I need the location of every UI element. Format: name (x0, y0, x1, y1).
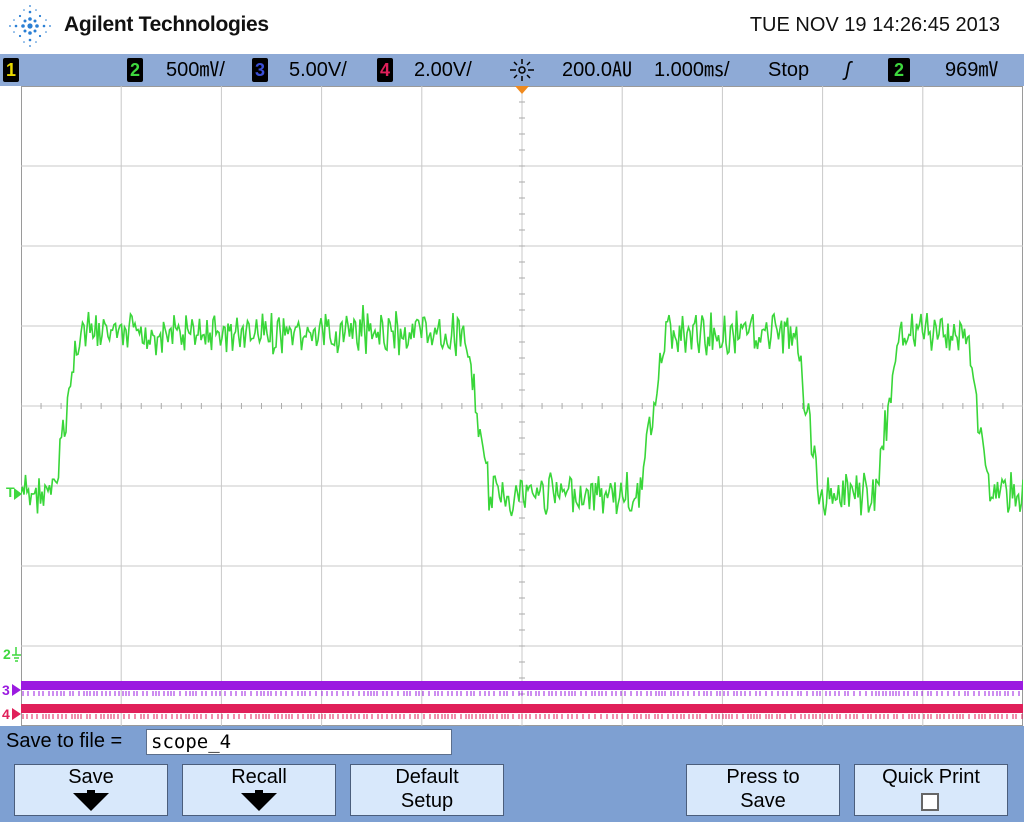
channel-4-arrow-icon (12, 708, 21, 720)
title-bar: Agilent Technologies TUE NOV 19 14:26:45… (0, 0, 1024, 54)
channel-4-indicator[interactable]: 4 (377, 58, 393, 82)
brand-name: Agilent Technologies (64, 13, 269, 36)
channel-4-digital-trace (21, 704, 1023, 719)
horizontal-delay: 200.0㍳ (562, 59, 633, 81)
channel-4-ground-marker: 4 (2, 706, 10, 722)
timebase-scale: 1.000㎳/ (654, 59, 730, 81)
channel-2-scale: 500㎷/ (166, 59, 225, 81)
quick-print-label: Quick Print (882, 766, 980, 788)
channel-2-indicator[interactable]: 2 (127, 58, 143, 82)
recall-softkey-label: Recall (231, 766, 287, 788)
default-setup-softkey[interactable]: Default Setup (350, 764, 504, 816)
save-to-file-field[interactable]: scope_4 (146, 729, 452, 755)
channel-3-indicator[interactable]: 3 (252, 58, 268, 82)
digital-band (21, 681, 1023, 690)
press-to-save-line1: Press to (726, 766, 800, 788)
channel-4-scale: 2.00V/ (414, 59, 472, 81)
trigger-arrow-icon (14, 488, 22, 500)
channel-3-scale: 5.00V/ (289, 59, 347, 81)
channel-3-digital-trace (21, 681, 1023, 696)
press-to-save-softkey[interactable]: Press to Save (686, 764, 840, 816)
channel-2-ground-marker: 2 (3, 646, 11, 662)
trigger-position-marker (515, 86, 529, 94)
save-to-file-label: Save to file = (6, 730, 123, 752)
channel-3-ground-marker: 3 (2, 682, 10, 698)
trigger-level: 969㎷ (945, 59, 999, 81)
default-setup-line1: Default (395, 766, 459, 788)
recall-softkey[interactable]: Recall (182, 764, 336, 816)
channel-1-indicator[interactable]: 1 (3, 58, 19, 82)
status-bar: 1 2 500㎷/ 3 5.00V/ 4 2.00V/ 200.0㍳ 1.000… (0, 54, 1024, 86)
press-to-save-line2: Save (740, 790, 786, 812)
default-setup-line2: Setup (400, 790, 454, 812)
save-softkey[interactable]: Save (14, 764, 168, 816)
delay-icon (510, 59, 534, 81)
channel-3-arrow-icon (12, 684, 21, 696)
down-arrow-head (241, 793, 277, 811)
waveform-display[interactable] (21, 86, 1023, 726)
trigger-edge-icon: ʃ (845, 59, 851, 81)
graticule-grid (21, 86, 1023, 726)
graticule (21, 86, 1023, 726)
digital-band (21, 704, 1023, 713)
run-state: Stop (768, 59, 810, 81)
trigger-source-indicator[interactable]: 2 (888, 58, 910, 82)
agilent-spark-logo-icon (9, 5, 51, 47)
save-softkey-label: Save (68, 766, 114, 788)
quick-print-checkbox-icon (921, 793, 939, 811)
quick-print-softkey[interactable]: Quick Print (854, 764, 1008, 816)
ground-icon (12, 647, 21, 662)
date-time: TUE NOV 19 14:26:45 2013 (749, 14, 1000, 36)
down-arrow-head (73, 793, 109, 811)
